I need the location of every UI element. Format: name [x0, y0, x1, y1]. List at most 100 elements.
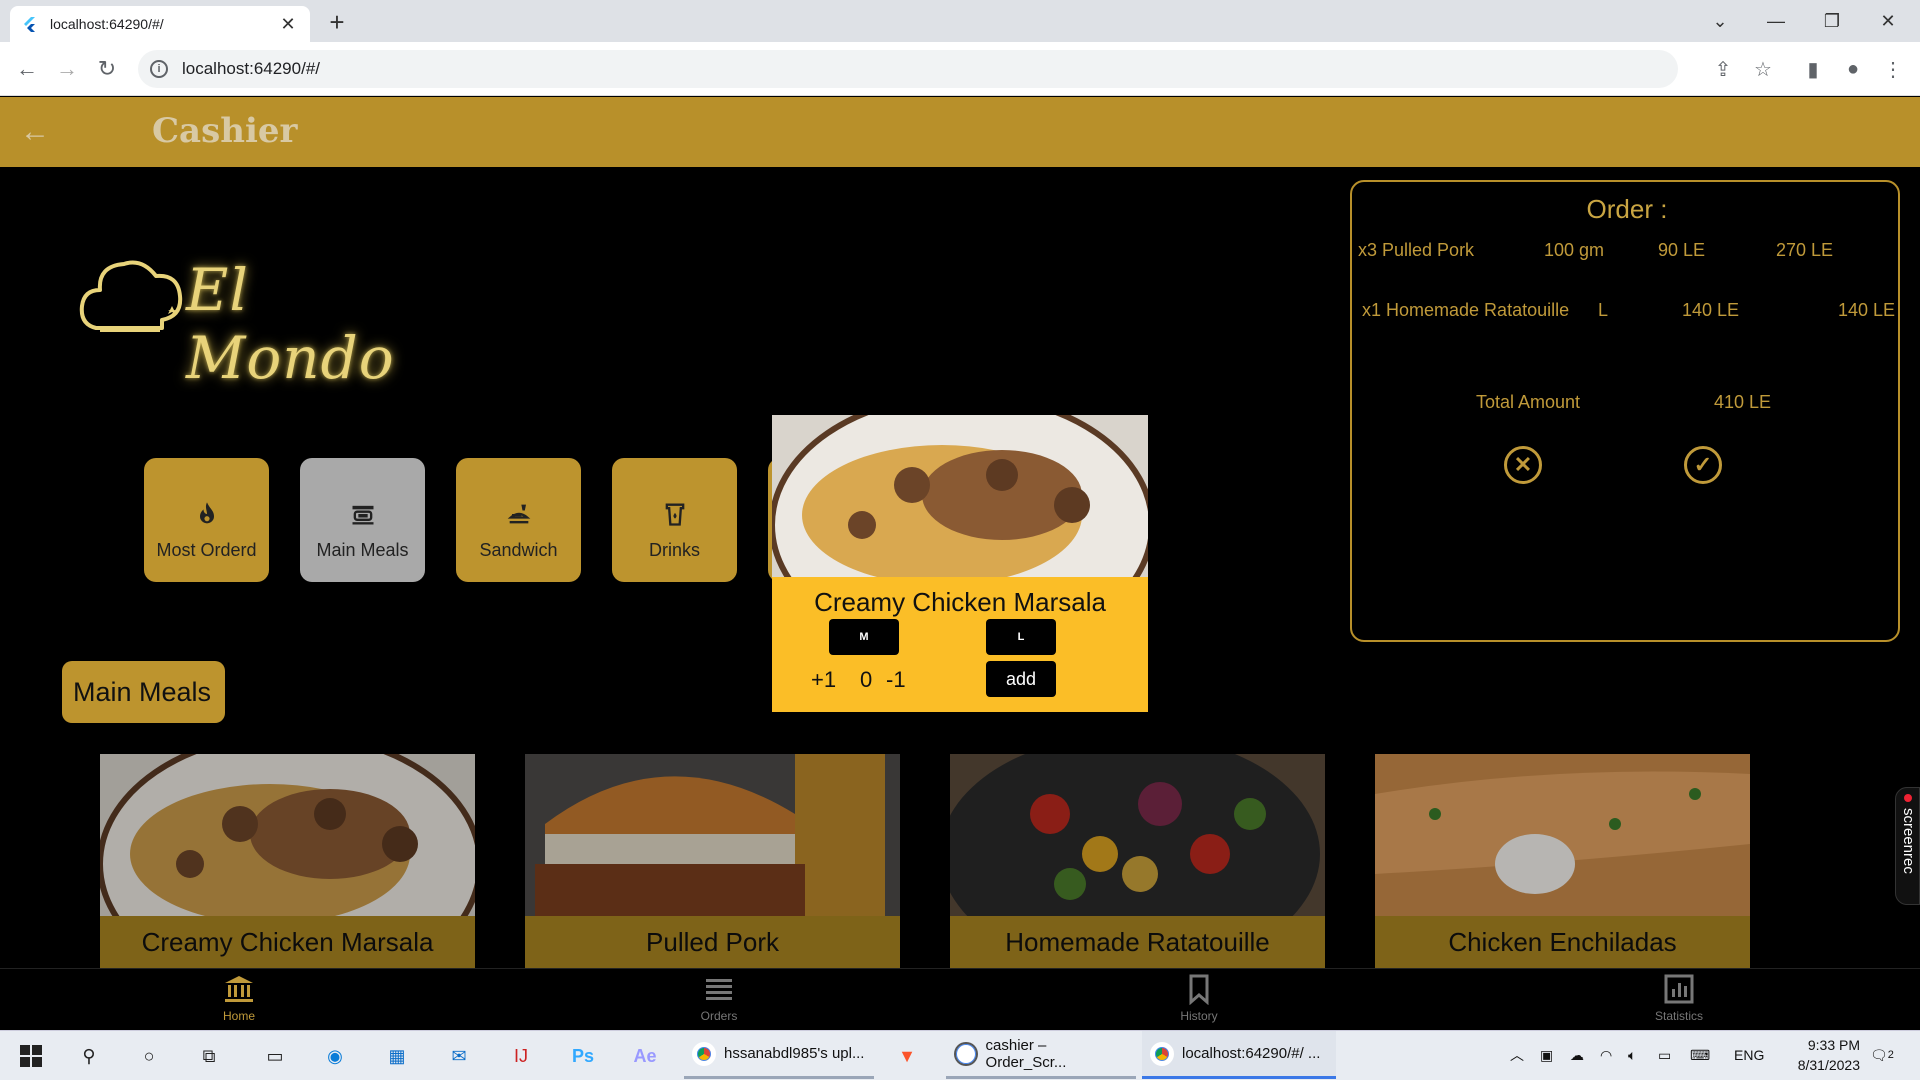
meal-card[interactable]: Homemade Ratatouille — [950, 754, 1325, 968]
notification-icon[interactable]: 🗨︎ 2 — [1870, 1031, 1894, 1079]
nav-history[interactable]: History — [1139, 973, 1259, 1023]
taskbar-app-label: hssanabdl985's upl... — [724, 1045, 865, 1062]
order-item-total: 140 LE — [1838, 300, 1896, 320]
search-icon[interactable]: ⚲ — [74, 1041, 104, 1071]
menu-dots-icon[interactable]: ⋮ — [1878, 54, 1908, 84]
sandwich-icon — [507, 504, 530, 523]
category-sandwich[interactable]: Sandwich — [456, 458, 581, 582]
overlay-dim — [100, 754, 475, 968]
add-button[interactable]: add — [986, 661, 1056, 697]
category-label: Main Meals — [316, 539, 409, 560]
close-tab-icon[interactable]: ✕ — [278, 14, 298, 35]
cortana-icon[interactable]: ○ — [134, 1041, 164, 1071]
size-l-button[interactable]: L — [986, 619, 1056, 655]
file-explorer-icon[interactable]: ▭ — [260, 1041, 290, 1071]
volume-icon[interactable]: 🔈︎ — [1628, 1031, 1636, 1079]
task-view-icon[interactable]: ⧉ — [194, 1041, 224, 1071]
url-text: localhost:64290/#/ — [182, 59, 320, 78]
order-title: Order : — [1586, 194, 1668, 224]
mail-icon[interactable]: ✉ — [444, 1041, 474, 1071]
after-effects-icon[interactable]: Ae — [630, 1041, 660, 1071]
order-item-qty: x3 Pulled Pork — [1358, 240, 1475, 260]
close-window-button[interactable]: ✕ — [1860, 0, 1916, 42]
nav-home[interactable]: Home — [179, 973, 299, 1023]
bookmark-star-icon[interactable]: ☆ — [1748, 54, 1778, 84]
decrement-button[interactable]: -1 — [886, 667, 906, 693]
reload-icon[interactable]: ↻ — [90, 52, 124, 86]
store-icon[interactable]: ▦ — [382, 1041, 412, 1071]
category-main-meals[interactable]: Main Meals — [300, 458, 425, 582]
record-dot-icon — [1904, 794, 1912, 802]
battery-icon[interactable]: ▭ — [1658, 1031, 1671, 1079]
cancel-order-icon[interactable]: ✕ — [1504, 446, 1542, 484]
time: 9:33 PM — [1807, 1037, 1860, 1053]
quantity-value: 0 — [860, 667, 873, 692]
new-tab-button[interactable]: + — [322, 8, 352, 38]
onedrive-icon[interactable]: ☁ — [1570, 1031, 1584, 1079]
logo-text: El Mondo — [186, 256, 395, 392]
screenrec-widget[interactable]: screenrec — [1895, 787, 1920, 905]
back-arrow-icon[interactable]: ← — [20, 115, 50, 149]
overlay-dim — [525, 754, 900, 968]
meal-card[interactable]: Pulled Pork — [525, 754, 900, 968]
order-item-price: 90 LE — [1658, 240, 1706, 260]
profile-icon[interactable]: ● — [1838, 54, 1868, 84]
meal-card[interactable]: Chicken Enchiladas — [1375, 754, 1750, 968]
taskbar-chrome-localhost[interactable]: localhost:64290/#/ ... — [1142, 1031, 1336, 1079]
chicken-marsala-image — [769, 392, 1155, 658]
restore-button[interactable]: ❐ — [1804, 0, 1860, 42]
side-panel-icon[interactable]: ▮ — [1798, 54, 1828, 84]
meal-card[interactable]: Creamy Chicken Marsala — [100, 754, 475, 968]
app-icon — [954, 1041, 978, 1066]
nav-statistics[interactable]: Statistics — [1619, 973, 1739, 1023]
nav-label: Statistics — [1654, 1009, 1703, 1023]
section-title-chip: Main Meals — [62, 661, 225, 723]
photoshop-icon[interactable]: Ps — [568, 1041, 598, 1071]
home-bank-icon — [225, 976, 253, 1002]
increment-button[interactable]: +1 — [811, 667, 836, 693]
brave-icon[interactable]: ▼ — [892, 1041, 922, 1071]
tab-search-icon[interactable]: ⌄ — [1692, 0, 1748, 42]
nav-label: Home — [222, 1009, 255, 1023]
taskbar-app-label: localhost:64290/#/ ... — [1182, 1045, 1321, 1062]
keyboard-icon[interactable]: ⌨ — [1690, 1031, 1710, 1079]
chrome-icon — [1150, 1041, 1174, 1066]
clock[interactable]: 9:33 PM 8/31/2023 — [1760, 1035, 1860, 1075]
browser-toolbar: ← → ↻ i localhost:64290/#/ ⇪ ☆ ▮ ● ⋮ — [0, 42, 1920, 96]
flame-icon — [199, 501, 214, 523]
meet-icon[interactable]: ▣ — [1540, 1031, 1553, 1079]
address-bar[interactable]: i localhost:64290/#/ — [138, 50, 1678, 88]
info-icon[interactable]: i — [150, 60, 168, 78]
category-drinks[interactable]: Drinks — [612, 458, 737, 582]
section-title: Main Meals — [73, 676, 212, 707]
overlay-dim — [1375, 754, 1750, 968]
notification-count: 2 — [1887, 1049, 1894, 1061]
total-value: 410 LE — [1714, 392, 1772, 412]
nav-orders[interactable]: Orders — [659, 973, 779, 1023]
category-most-ordered[interactable]: Most Orderd — [144, 458, 269, 582]
logo: El Mondo — [76, 250, 456, 392]
back-icon[interactable]: ← — [10, 52, 44, 86]
minimize-button[interactable]: — — [1748, 0, 1804, 42]
tray-chevron-icon[interactable]: ︿ — [1510, 1031, 1524, 1079]
browser-tab[interactable]: localhost:64290/#/ ✕ — [10, 6, 310, 42]
meal-popup: Creamy Chicken Marsala M L +1 0 -1 add — [769, 392, 1155, 712]
edge-icon[interactable]: ◉ — [320, 1041, 350, 1071]
chart-icon — [1664, 974, 1694, 1004]
app-bar: ← Cashier — [0, 97, 1920, 167]
taskbar-chrome-upload[interactable]: hssanabdl985's upl... — [684, 1031, 874, 1079]
order-item-total: 270 LE — [1776, 240, 1834, 260]
windows-start-icon[interactable] — [16, 1041, 46, 1071]
wifi-icon[interactable]: ◠ — [1600, 1031, 1612, 1079]
taskbar: ⚲ ○ ⧉ ▭ ◉ ▦ ✉ IJ Ps Ae hssanabdl985's up… — [0, 1030, 1920, 1080]
screenrec-label: screenrec — [1900, 808, 1917, 874]
share-icon[interactable]: ⇪ — [1708, 54, 1738, 84]
confirm-order-icon[interactable]: ✓ — [1684, 446, 1722, 484]
category-label: Most Orderd — [156, 539, 257, 560]
nav-label: History — [1180, 1009, 1218, 1023]
forward-icon[interactable]: → — [50, 52, 84, 86]
taskbar-word-cashier[interactable]: cashier – Order_Scr... — [946, 1031, 1136, 1079]
intellij-icon[interactable]: IJ — [506, 1041, 536, 1071]
size-m-button[interactable]: M — [829, 619, 899, 655]
list-icon — [706, 979, 732, 1000]
